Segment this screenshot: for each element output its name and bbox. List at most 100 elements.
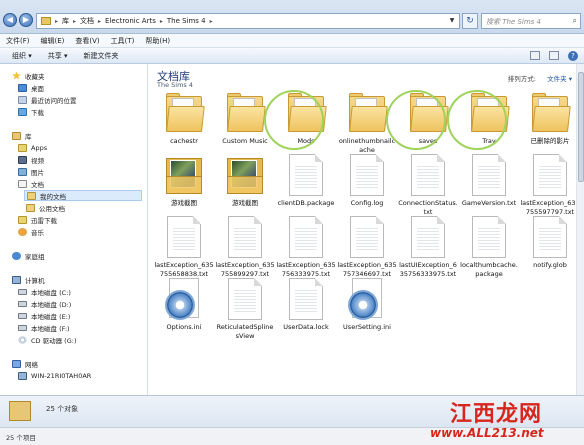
view-options-icon[interactable] xyxy=(530,51,540,60)
file-item[interactable]: clientDB.package xyxy=(276,154,336,208)
scrollbar-thumb[interactable] xyxy=(578,72,584,182)
menu-help[interactable]: 帮助(H) xyxy=(145,36,170,46)
chevron-right-icon: ▸ xyxy=(73,17,77,25)
folder-item[interactable]: 已删除的影片 xyxy=(520,92,580,146)
hard-drive-icon xyxy=(18,324,27,331)
tree-homegroup[interactable]: 家庭组 xyxy=(12,250,45,261)
file-item[interactable]: notify.glob xyxy=(520,216,580,270)
star-icon xyxy=(12,71,21,80)
vertical-scrollbar[interactable] xyxy=(576,64,584,395)
document-icon xyxy=(228,278,262,320)
document-icon xyxy=(350,154,384,196)
refresh-button[interactable]: ↻ xyxy=(462,13,478,29)
breadcrumb-documents[interactable]: 文档 xyxy=(80,16,94,26)
file-item[interactable]: lastException_635757346697.txt xyxy=(337,216,397,279)
tree-documents[interactable]: 文档 xyxy=(18,178,44,189)
tree-drive-d[interactable]: 本地磁盘 (D:) xyxy=(18,298,71,309)
tree-apps[interactable]: Apps xyxy=(18,142,47,153)
folder-icon xyxy=(164,92,205,134)
file-item[interactable]: UserSetting.ini xyxy=(337,278,397,332)
tree-label: 本地磁盘 (F:) xyxy=(31,324,70,333)
status-count: 25 个项目 xyxy=(6,434,36,442)
folder-icon xyxy=(18,143,27,152)
menu-file[interactable]: 文件(F) xyxy=(6,36,30,46)
tree-drive-f[interactable]: 本地磁盘 (F:) xyxy=(18,322,70,333)
tree-computer[interactable]: 计算机 xyxy=(12,274,45,285)
tree-label: 桌面 xyxy=(31,84,44,93)
arrange-by-label: 排列方式: xyxy=(507,75,536,83)
tree-network-pc[interactable]: WIN-21RI0TAH0AR xyxy=(18,370,91,381)
tree-videos[interactable]: 视频 xyxy=(18,154,44,165)
image-folder-icon xyxy=(225,154,265,196)
organize-button[interactable]: 组织 ▾ xyxy=(12,51,32,61)
tree-label: 计算机 xyxy=(25,276,45,285)
tree-downloads[interactable]: 下载 xyxy=(18,106,44,117)
search-icon[interactable]: ⌕ xyxy=(573,16,577,26)
help-icon[interactable]: ? xyxy=(568,51,578,61)
file-item[interactable]: Options.ini xyxy=(154,278,214,332)
document-icon xyxy=(228,216,262,258)
file-item[interactable]: GameVersion.txt xyxy=(459,154,519,208)
search-input[interactable]: 搜索 The Sims 4 ⌕ xyxy=(481,13,581,29)
folder-icon xyxy=(347,92,388,134)
breadcrumb-the-sims-4[interactable]: The Sims 4 xyxy=(167,17,206,25)
file-item[interactable]: lastException_635755899297.txt xyxy=(215,216,275,279)
item-label: lastException_635755597797.txt xyxy=(520,199,580,216)
tree-drive-c[interactable]: 本地磁盘 (C:) xyxy=(18,286,71,297)
image-folder-icon xyxy=(164,154,204,196)
file-item[interactable]: ConnectionStatus.txt xyxy=(398,154,458,217)
back-button[interactable]: ◀ xyxy=(3,13,17,27)
item-label: lastException_635755899297.txt xyxy=(215,261,275,278)
preview-pane-icon[interactable] xyxy=(549,51,559,60)
tree-label: 收藏夹 xyxy=(25,72,45,81)
chevron-down-icon[interactable]: ▼ xyxy=(445,14,459,28)
file-item[interactable]: lastException_635755658838.txt xyxy=(154,216,214,279)
tree-label: 视频 xyxy=(31,156,44,165)
tree-pictures[interactable]: 图片 xyxy=(18,166,44,177)
folder-icon xyxy=(18,215,27,224)
tree-recent[interactable]: 最近访问的位置 xyxy=(18,94,77,105)
folder-icon xyxy=(26,203,35,212)
tree-favorites[interactable]: 收藏夹 xyxy=(12,70,45,81)
share-button[interactable]: 共享 ▾ xyxy=(48,51,68,61)
tree-my-documents[interactable]: 我的文档 xyxy=(24,190,142,201)
folder-item[interactable]: 游戏截图 xyxy=(215,154,275,208)
arrange-by-dropdown[interactable]: 文件夹 ▾ xyxy=(547,73,572,83)
tree-libraries[interactable]: 库 xyxy=(12,130,32,141)
forward-button[interactable]: ▶ xyxy=(19,13,33,27)
new-folder-button[interactable]: 新建文件夹 xyxy=(84,51,119,61)
tree-drive-e[interactable]: 本地磁盘 (E:) xyxy=(18,310,70,321)
tree-desktop[interactable]: 桌面 xyxy=(18,82,44,93)
menu-view[interactable]: 查看(V) xyxy=(75,36,99,46)
document-icon xyxy=(289,154,323,196)
file-item[interactable]: lastUIException_635756333975.txt xyxy=(398,216,458,279)
document-icon xyxy=(289,216,323,258)
title-bar: ◀ ▶ ▸ 库 ▸ 文档 ▸ Electronic Arts ▸ The Sim… xyxy=(0,0,584,34)
search-placeholder: 搜索 The Sims 4 xyxy=(486,18,542,26)
item-label: Custom Music xyxy=(222,137,268,145)
menu-tools[interactable]: 工具(T) xyxy=(111,36,135,46)
file-item[interactable]: Config.log xyxy=(337,154,397,208)
tree-public-documents[interactable]: 公用文档 xyxy=(26,202,65,213)
tree-network[interactable]: 网络 xyxy=(12,358,38,369)
folder-item[interactable]: cachestr xyxy=(154,92,214,146)
address-bar[interactable]: ▸ 库 ▸ 文档 ▸ Electronic Arts ▸ The Sims 4 … xyxy=(36,13,460,29)
menu-edit[interactable]: 编辑(E) xyxy=(41,36,65,46)
tree-drive-g[interactable]: CD 驱动器 (G:) xyxy=(18,334,76,345)
file-item[interactable]: UserData.lock xyxy=(276,278,336,332)
file-item[interactable]: ReticulatedSplinesView xyxy=(215,278,275,341)
library-icon xyxy=(9,401,31,421)
file-list: 文档库 The Sims 4 排列方式: 文件夹 ▾ cachestr Custo… xyxy=(149,64,584,395)
file-item[interactable]: lastException_635756333975.txt xyxy=(276,216,336,279)
file-item[interactable]: lastException_635755597797.txt xyxy=(520,154,580,217)
tree-music[interactable]: 音乐 xyxy=(18,226,44,237)
document-icon xyxy=(350,216,384,258)
breadcrumb-electronic-arts[interactable]: Electronic Arts xyxy=(105,17,156,25)
breadcrumb-library[interactable]: 库 xyxy=(62,16,69,26)
tree-thunder-downloads[interactable]: 迅雷下载 xyxy=(18,214,57,225)
tree-label: 音乐 xyxy=(31,228,44,237)
item-label: clientDB.package xyxy=(277,199,335,207)
file-item[interactable]: localthumbcache.package xyxy=(459,216,519,279)
tree-label: 库 xyxy=(25,132,32,141)
folder-item[interactable]: 游戏截图 xyxy=(154,154,214,208)
